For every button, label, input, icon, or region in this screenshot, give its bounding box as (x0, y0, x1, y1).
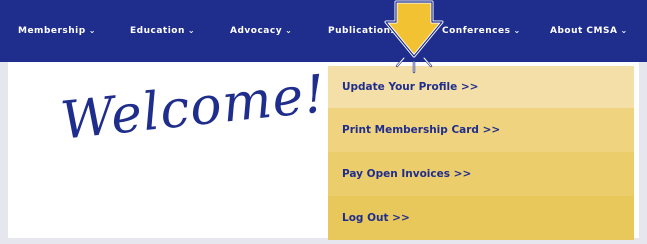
menu-item-label: Log Out >> (342, 212, 410, 224)
chevron-down-icon: ⌄ (513, 26, 521, 35)
nav-item-conferences[interactable]: Conferences ⌄ (442, 26, 521, 36)
menu-item-log-out[interactable]: Log Out >> (328, 196, 634, 240)
nav-item-label: Membership (18, 26, 86, 36)
chevron-down-icon: ⌄ (88, 26, 96, 35)
nav-item-label: Conferences (442, 26, 511, 36)
chevron-down-icon: ⌄ (187, 26, 196, 35)
nav-item-advocacy[interactable]: Advocacy ⌄ (230, 26, 292, 36)
menu-item-pay-open-invoices[interactable]: Pay Open Invoices >> (328, 152, 634, 196)
menu-item-print-membership-card[interactable]: Print Membership Card >> (328, 108, 634, 152)
nav-item-label: Education (130, 26, 185, 36)
menu-item-label: Update Your Profile >> (342, 81, 479, 93)
nav-item-label: About CMSA (550, 26, 618, 36)
chevron-down-icon: ⌄ (620, 26, 628, 35)
nav-item-education[interactable]: Education ⌄ (130, 26, 195, 36)
account-dropdown-menu: Update Your Profile >> Print Membership … (328, 66, 634, 240)
chevron-down-icon: ⌄ (285, 26, 293, 35)
nav-item-label: Advocacy (230, 26, 283, 36)
nav-item-membership[interactable]: Membership ⌄ (18, 26, 96, 36)
main-navbar: Membership ⌄ Education ⌄ Advocacy ⌄ Publica… (0, 0, 647, 62)
menu-item-label: Pay Open Invoices >> (342, 168, 472, 180)
menu-item-label: Print Membership Card >> (342, 124, 501, 136)
menu-item-update-profile[interactable]: Update Your Profile >> (328, 66, 634, 108)
nav-item-about-cmsa[interactable]: About CMSA ⌄ (550, 26, 628, 36)
down-arrow-icon (384, 0, 444, 74)
